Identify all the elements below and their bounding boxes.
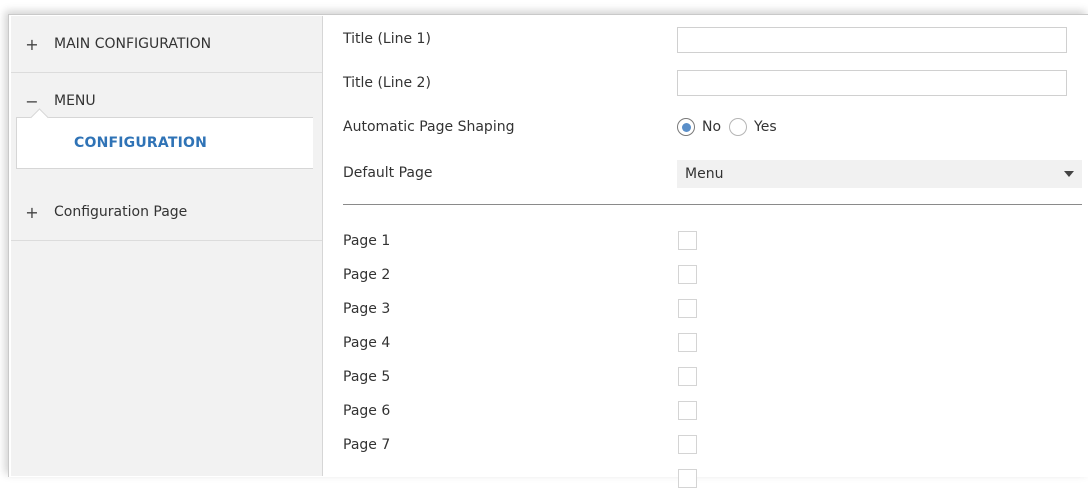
radio-yes-label: Yes	[754, 119, 777, 135]
radio-no[interactable]	[677, 118, 695, 136]
default-page-value: Menu	[685, 166, 724, 182]
sidebar-subitem-configuration[interactable]: CONFIGURATION	[16, 108, 313, 169]
chevron-down-icon	[1064, 171, 1074, 177]
radio-no-label: No	[702, 119, 722, 135]
page-checkbox[interactable]	[678, 435, 697, 454]
radio-yes[interactable]	[729, 118, 748, 136]
title-line2-label: Title (Line 2)	[343, 75, 431, 91]
default-page-select[interactable]: Menu	[677, 160, 1082, 188]
expand-icon: +	[25, 34, 39, 54]
title-line1-label: Title (Line 1)	[343, 31, 431, 47]
page-checkbox[interactable]	[678, 469, 697, 488]
auto-shaping-radio-group: No Yes	[677, 116, 785, 138]
sidebar-item-label: Configuration Page	[54, 204, 188, 220]
auto-shaping-label: Automatic Page Shaping	[343, 119, 515, 135]
page-label: Page 2	[343, 267, 391, 283]
sidebar-item-configuration-page[interactable]: + Configuration Page	[11, 184, 322, 241]
page-label: Page 1	[343, 233, 391, 249]
page-checkbox[interactable]	[678, 333, 697, 352]
sidebar-item-label: MENU	[54, 93, 96, 109]
default-page-label: Default Page	[343, 165, 433, 181]
title-line1-input[interactable]	[677, 27, 1067, 53]
page-label: Page 7	[343, 437, 391, 453]
page-label: Page 4	[343, 335, 391, 351]
expand-icon: +	[25, 202, 39, 222]
sidebar-subitem-label: CONFIGURATION	[74, 135, 208, 151]
page-checkbox[interactable]	[678, 367, 697, 386]
divider	[343, 204, 1082, 205]
title-line2-input[interactable]	[677, 70, 1067, 96]
page-checkbox[interactable]	[678, 265, 697, 284]
page-label: Page 5	[343, 369, 391, 385]
page-checkbox[interactable]	[678, 401, 697, 420]
sidebar-item-main-configuration[interactable]: + MAIN CONFIGURATION	[11, 16, 322, 73]
page-checkbox[interactable]	[678, 231, 697, 250]
radio-selected-dot	[681, 122, 691, 132]
page-label: Page 3	[343, 301, 391, 317]
page-checkbox[interactable]	[678, 299, 697, 318]
sidebar: + MAIN CONFIGURATION − MENU CONFIGURATIO…	[11, 16, 323, 476]
page-label: Page 6	[343, 403, 391, 419]
sidebar-item-label: MAIN CONFIGURATION	[54, 36, 212, 52]
